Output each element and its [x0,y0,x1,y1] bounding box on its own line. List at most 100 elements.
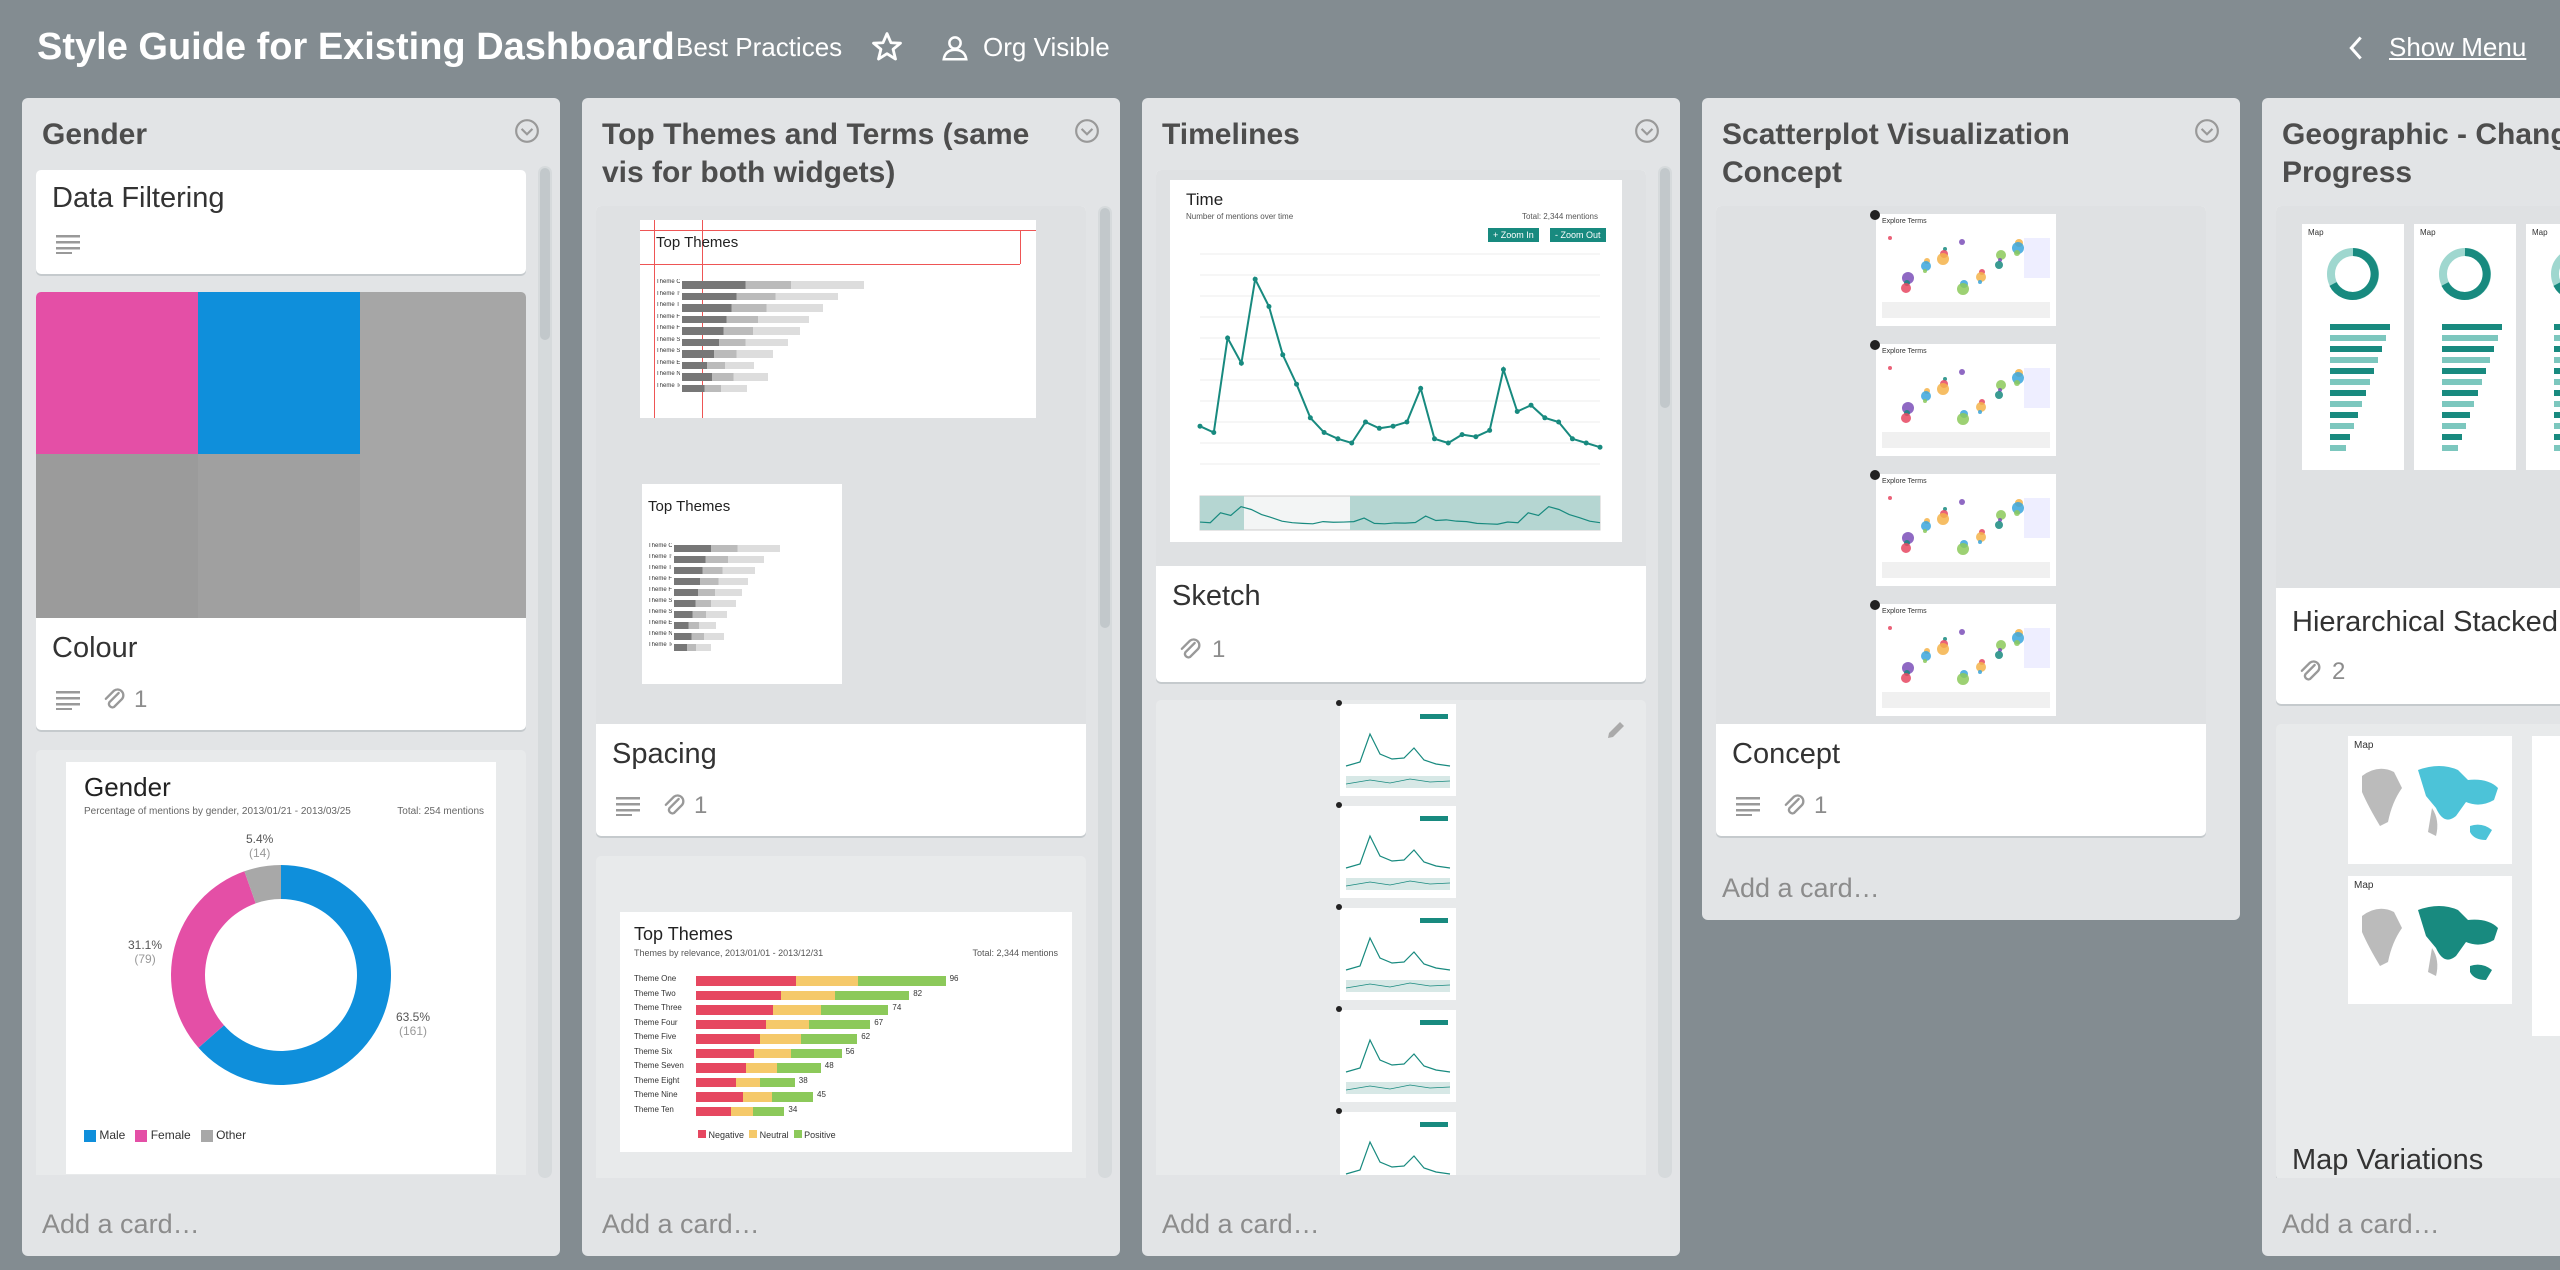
map-donut-thumb: Map [2414,224,2516,470]
board-title[interactable]: Style Guide for Existing Dashboard [37,26,675,69]
description-icon [56,691,80,710]
card-data-filtering[interactable]: Data Filtering [36,170,526,274]
list-top-themes: Top Themes and Terms (same vis for both … [582,98,1120,1256]
card-title: Hierarchical Stacked [2292,606,2558,638]
spacing-bar [682,350,774,358]
paperclip-icon [1784,794,1805,815]
card-colour[interactable]: Colour 1 [36,292,526,730]
timeline-point [1363,419,1369,425]
list-menu-icon[interactable] [2194,118,2220,144]
label-female: 31.1% (79) [128,938,163,966]
spacing-bar [682,315,810,323]
theme-bar-label: Theme Seven [634,1061,684,1070]
spacing-bar [674,633,724,640]
add-card-button[interactable]: Add a card… [602,1209,760,1240]
spacing-bar-label: Theme Four [648,576,672,582]
card-cover: Top Themes Theme OneTheme TwoTheme Three… [596,206,1086,724]
card-title: Sketch [1172,580,1261,612]
spacing-bar [682,281,865,289]
card-spacing[interactable]: Top Themes Theme OneTheme TwoTheme Three… [596,206,1086,836]
theme-bar-value: 48 [824,1061,834,1070]
sketch-thumbnails [1336,700,1460,1175]
zoom-in-button: + Zoom In [1488,228,1539,242]
timeline-point [1500,367,1506,372]
timeline-point [1390,423,1396,429]
spacing-bar [682,338,789,346]
description-icon [1736,797,1760,816]
add-card-button[interactable]: Add a card… [1162,1209,1320,1240]
card-top-themes-preview[interactable]: Top Themes Themes by relevance, 2013/01/… [596,856,1086,1178]
spacing-bar [674,644,712,651]
star-icon[interactable] [870,30,904,64]
theme-bar-row: Theme Nine 45 [634,1090,1064,1105]
theme-bar-segment [821,1005,889,1015]
spacing-bar [674,567,756,574]
world-map-thumbnails: Map Map [2348,736,2560,1056]
timeline-point [1321,430,1327,435]
list-title[interactable]: Top Themes and Terms (same vis for both … [602,116,1062,192]
thumb-marker [1336,1006,1342,1012]
edit-pencil-icon[interactable] [1604,718,1628,742]
add-card-button[interactable]: Add a card… [2282,1209,2440,1240]
card-gender-preview[interactable]: Gender Percentage of mentions by gender,… [36,750,526,1175]
chevron-left-icon[interactable] [2346,34,2366,62]
scatter-thumbnails: Explore Terms Explore Terms Explore Terms E… [1870,210,2062,724]
card-title: Concept [1732,738,1841,770]
scatter-thumb: Explore Terms [1876,474,2056,586]
donut-slice-female [171,871,256,1048]
zoom-out-button: - Zoom Out [1550,228,1606,242]
theme-bar-row: Theme Five 62 [634,1032,1064,1047]
theme-bar-segment [765,1019,810,1029]
spacing-bar-label: Theme Two [648,554,672,560]
timeline-point [1459,432,1465,438]
theme-bar-segment [795,976,859,986]
card-sketch[interactable]: Time Number of mentions over time Total:… [1156,170,1646,682]
theme-bar-segment [696,1063,746,1073]
gender-legend: Male Female Other [84,1128,246,1142]
timeline-point [1404,419,1410,425]
timeline-point [1335,436,1341,442]
list-title[interactable]: Gender [42,116,502,154]
theme-bar-segment [760,1077,795,1087]
list-title[interactable]: Geographic - Change in Progress [2282,116,2560,192]
board-header: Style Guide for Existing Dashboard Best … [0,0,2560,96]
team-button[interactable]: Best Practices [676,32,842,63]
timeline-point [1556,419,1562,425]
list-menu-icon[interactable] [1634,118,1660,144]
spacing-bar [674,611,727,618]
card-hierarchical-stacked[interactable]: Map Map Map Hierarchical Stacked 2 [2276,206,2560,704]
card-title: Data Filtering [52,182,225,214]
show-menu-link[interactable]: Show Menu [2389,32,2526,63]
theme-bar-value: 82 [913,988,923,998]
gender-chart-subtitle: Percentage of mentions by gender, 2013/0… [84,806,351,817]
list-title[interactable]: Scatterplot Visualization Concept [1722,116,2182,192]
theme-bar-value: 62 [861,1032,871,1041]
spacing-bar-label: Theme Seven [656,348,680,354]
timeline-point [1445,440,1451,446]
timeline-point [1376,425,1382,431]
theme-bar-row: Theme One 96 [634,974,1064,989]
card-map-variations[interactable]: Map Map Map Variations [2276,724,2560,1178]
timeline-point [1252,276,1258,282]
card-concept[interactable]: Explore Terms Explore Terms Explore Terms E… [1716,206,2206,836]
timeline-sketch-thumb [1340,1112,1456,1175]
timeline-sketch-thumb [1340,704,1456,796]
theme-bar-segment [696,1077,736,1087]
card-cover [36,292,526,618]
card-timeline-sketches[interactable] [1156,700,1646,1175]
spacing-bar [682,292,838,300]
spacing-bar [674,622,716,629]
spacing-bar-label: Theme Seven [648,609,672,615]
thumb-number-marker [1870,210,1880,220]
card-cover: Explore Terms Explore Terms Explore Terms E… [1716,206,2206,724]
list-menu-icon[interactable] [514,118,540,144]
add-card-button[interactable]: Add a card… [1722,873,1880,904]
list-title[interactable]: Timelines [1162,116,1622,154]
list-menu-icon[interactable] [1074,118,1100,144]
thumb-number-marker [1870,600,1880,610]
visibility-button[interactable]: Org Visible [983,32,1110,63]
spacing-redline-image: Top Themes Theme OneTheme TwoTheme Three… [640,220,1036,418]
add-card-button[interactable]: Add a card… [42,1209,200,1240]
org-visible-icon[interactable] [940,33,970,63]
theme-bar-value: 96 [949,974,959,983]
